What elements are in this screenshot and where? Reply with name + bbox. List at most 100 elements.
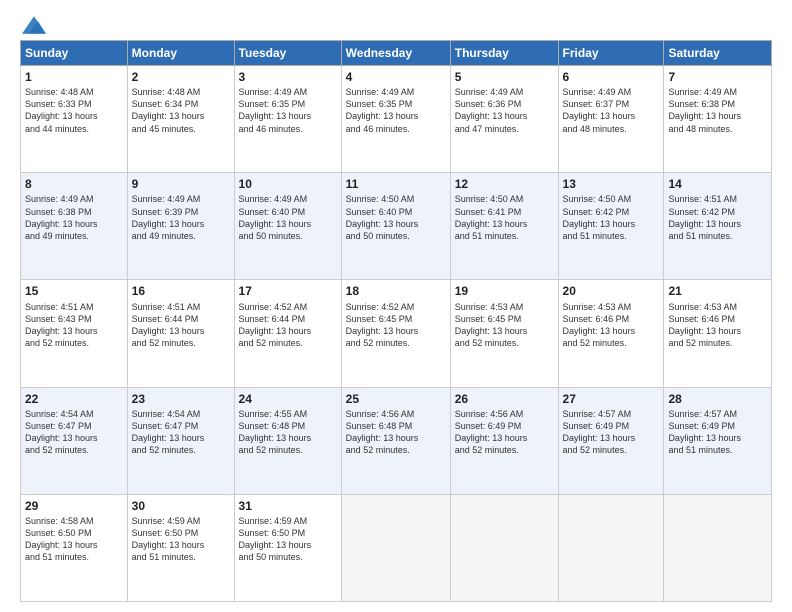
day-info-line: Daylight: 13 hours (25, 432, 123, 444)
calendar-cell: 3Sunrise: 4:49 AMSunset: 6:35 PMDaylight… (234, 66, 341, 173)
day-info-line: and 52 minutes. (455, 444, 554, 456)
day-info-line: Sunset: 6:35 PM (239, 98, 337, 110)
day-number: 13 (563, 176, 660, 192)
day-info-line: Daylight: 13 hours (25, 325, 123, 337)
day-info-line: Sunset: 6:50 PM (132, 527, 230, 539)
day-info-line: Sunset: 6:36 PM (455, 98, 554, 110)
day-info-line: Sunset: 6:40 PM (239, 206, 337, 218)
weekday-header-tuesday: Tuesday (234, 41, 341, 66)
day-number: 24 (239, 391, 337, 407)
day-number: 1 (25, 69, 123, 85)
day-info-line: and 52 minutes. (668, 337, 767, 349)
day-info-line: Sunset: 6:49 PM (563, 420, 660, 432)
day-info-line: Daylight: 13 hours (563, 432, 660, 444)
day-info-line: Sunrise: 4:56 AM (346, 408, 446, 420)
calendar-cell (558, 494, 664, 601)
calendar-cell: 18Sunrise: 4:52 AMSunset: 6:45 PMDayligh… (341, 280, 450, 387)
calendar-week-4: 22Sunrise: 4:54 AMSunset: 6:47 PMDayligh… (21, 387, 772, 494)
calendar-cell: 2Sunrise: 4:48 AMSunset: 6:34 PMDaylight… (127, 66, 234, 173)
calendar-week-5: 29Sunrise: 4:58 AMSunset: 6:50 PMDayligh… (21, 494, 772, 601)
day-info-line: and 52 minutes. (455, 337, 554, 349)
calendar-cell: 11Sunrise: 4:50 AMSunset: 6:40 PMDayligh… (341, 173, 450, 280)
day-info-line: Sunset: 6:50 PM (239, 527, 337, 539)
day-number: 10 (239, 176, 337, 192)
day-number: 16 (132, 283, 230, 299)
day-number: 20 (563, 283, 660, 299)
day-number: 25 (346, 391, 446, 407)
day-info-line: Daylight: 13 hours (563, 218, 660, 230)
day-info-line: and 52 minutes. (239, 337, 337, 349)
day-info-line: and 50 minutes. (239, 230, 337, 242)
day-info-line: and 48 minutes. (563, 123, 660, 135)
day-info-line: Sunrise: 4:48 AM (25, 86, 123, 98)
day-info-line: Daylight: 13 hours (346, 110, 446, 122)
calendar-cell: 30Sunrise: 4:59 AMSunset: 6:50 PMDayligh… (127, 494, 234, 601)
day-info-line: and 51 minutes. (563, 230, 660, 242)
day-info-line: Sunrise: 4:57 AM (668, 408, 767, 420)
day-info-line: Daylight: 13 hours (668, 218, 767, 230)
day-info-line: and 45 minutes. (132, 123, 230, 135)
day-info-line: Sunrise: 4:49 AM (668, 86, 767, 98)
calendar-cell: 13Sunrise: 4:50 AMSunset: 6:42 PMDayligh… (558, 173, 664, 280)
calendar-cell: 15Sunrise: 4:51 AMSunset: 6:43 PMDayligh… (21, 280, 128, 387)
day-info-line: Daylight: 13 hours (239, 432, 337, 444)
day-number: 31 (239, 498, 337, 514)
calendar-cell: 24Sunrise: 4:55 AMSunset: 6:48 PMDayligh… (234, 387, 341, 494)
day-info-line: Sunset: 6:33 PM (25, 98, 123, 110)
day-info-line: Sunset: 6:41 PM (455, 206, 554, 218)
day-info-line: Daylight: 13 hours (132, 110, 230, 122)
weekday-header-saturday: Saturday (664, 41, 772, 66)
day-info-line: Sunset: 6:47 PM (132, 420, 230, 432)
weekday-header-friday: Friday (558, 41, 664, 66)
weekday-header-wednesday: Wednesday (341, 41, 450, 66)
day-info-line: and 51 minutes. (668, 230, 767, 242)
logo-text (20, 16, 46, 34)
day-info-line: Sunset: 6:40 PM (346, 206, 446, 218)
day-info-line: Sunrise: 4:59 AM (132, 515, 230, 527)
day-info-line: Daylight: 13 hours (346, 325, 446, 337)
day-number: 18 (346, 283, 446, 299)
day-info-line: Daylight: 13 hours (346, 218, 446, 230)
day-info-line: and 51 minutes. (668, 444, 767, 456)
calendar-cell: 31Sunrise: 4:59 AMSunset: 6:50 PMDayligh… (234, 494, 341, 601)
day-info-line: Sunset: 6:49 PM (455, 420, 554, 432)
calendar-cell: 10Sunrise: 4:49 AMSunset: 6:40 PMDayligh… (234, 173, 341, 280)
day-info-line: and 46 minutes. (346, 123, 446, 135)
calendar-cell: 9Sunrise: 4:49 AMSunset: 6:39 PMDaylight… (127, 173, 234, 280)
day-info-line: and 44 minutes. (25, 123, 123, 135)
day-info-line: Sunrise: 4:49 AM (239, 193, 337, 205)
calendar-cell (341, 494, 450, 601)
day-info-line: Sunrise: 4:53 AM (668, 301, 767, 313)
day-number: 22 (25, 391, 123, 407)
day-info-line: Sunset: 6:34 PM (132, 98, 230, 110)
day-info-line: and 49 minutes. (25, 230, 123, 242)
day-number: 28 (668, 391, 767, 407)
day-info-line: Daylight: 13 hours (346, 432, 446, 444)
calendar-cell: 6Sunrise: 4:49 AMSunset: 6:37 PMDaylight… (558, 66, 664, 173)
day-number: 17 (239, 283, 337, 299)
day-info-line: Sunset: 6:44 PM (239, 313, 337, 325)
day-number: 11 (346, 176, 446, 192)
day-info-line: Sunset: 6:49 PM (668, 420, 767, 432)
day-number: 15 (25, 283, 123, 299)
day-info-line: Daylight: 13 hours (132, 325, 230, 337)
day-number: 21 (668, 283, 767, 299)
day-info-line: Daylight: 13 hours (25, 218, 123, 230)
day-info-line: Daylight: 13 hours (25, 110, 123, 122)
day-info-line: Daylight: 13 hours (668, 325, 767, 337)
calendar-cell: 1Sunrise: 4:48 AMSunset: 6:33 PMDaylight… (21, 66, 128, 173)
calendar-cell (664, 494, 772, 601)
day-info-line: Sunrise: 4:56 AM (455, 408, 554, 420)
day-info-line: Sunset: 6:42 PM (563, 206, 660, 218)
day-info-line: Daylight: 13 hours (668, 432, 767, 444)
calendar-cell: 14Sunrise: 4:51 AMSunset: 6:42 PMDayligh… (664, 173, 772, 280)
day-info-line: Sunrise: 4:58 AM (25, 515, 123, 527)
weekday-header-monday: Monday (127, 41, 234, 66)
header (20, 16, 772, 30)
day-info-line: and 52 minutes. (132, 444, 230, 456)
day-info-line: and 49 minutes. (132, 230, 230, 242)
day-number: 23 (132, 391, 230, 407)
day-info-line: Sunset: 6:44 PM (132, 313, 230, 325)
day-info-line: Daylight: 13 hours (455, 325, 554, 337)
day-number: 30 (132, 498, 230, 514)
